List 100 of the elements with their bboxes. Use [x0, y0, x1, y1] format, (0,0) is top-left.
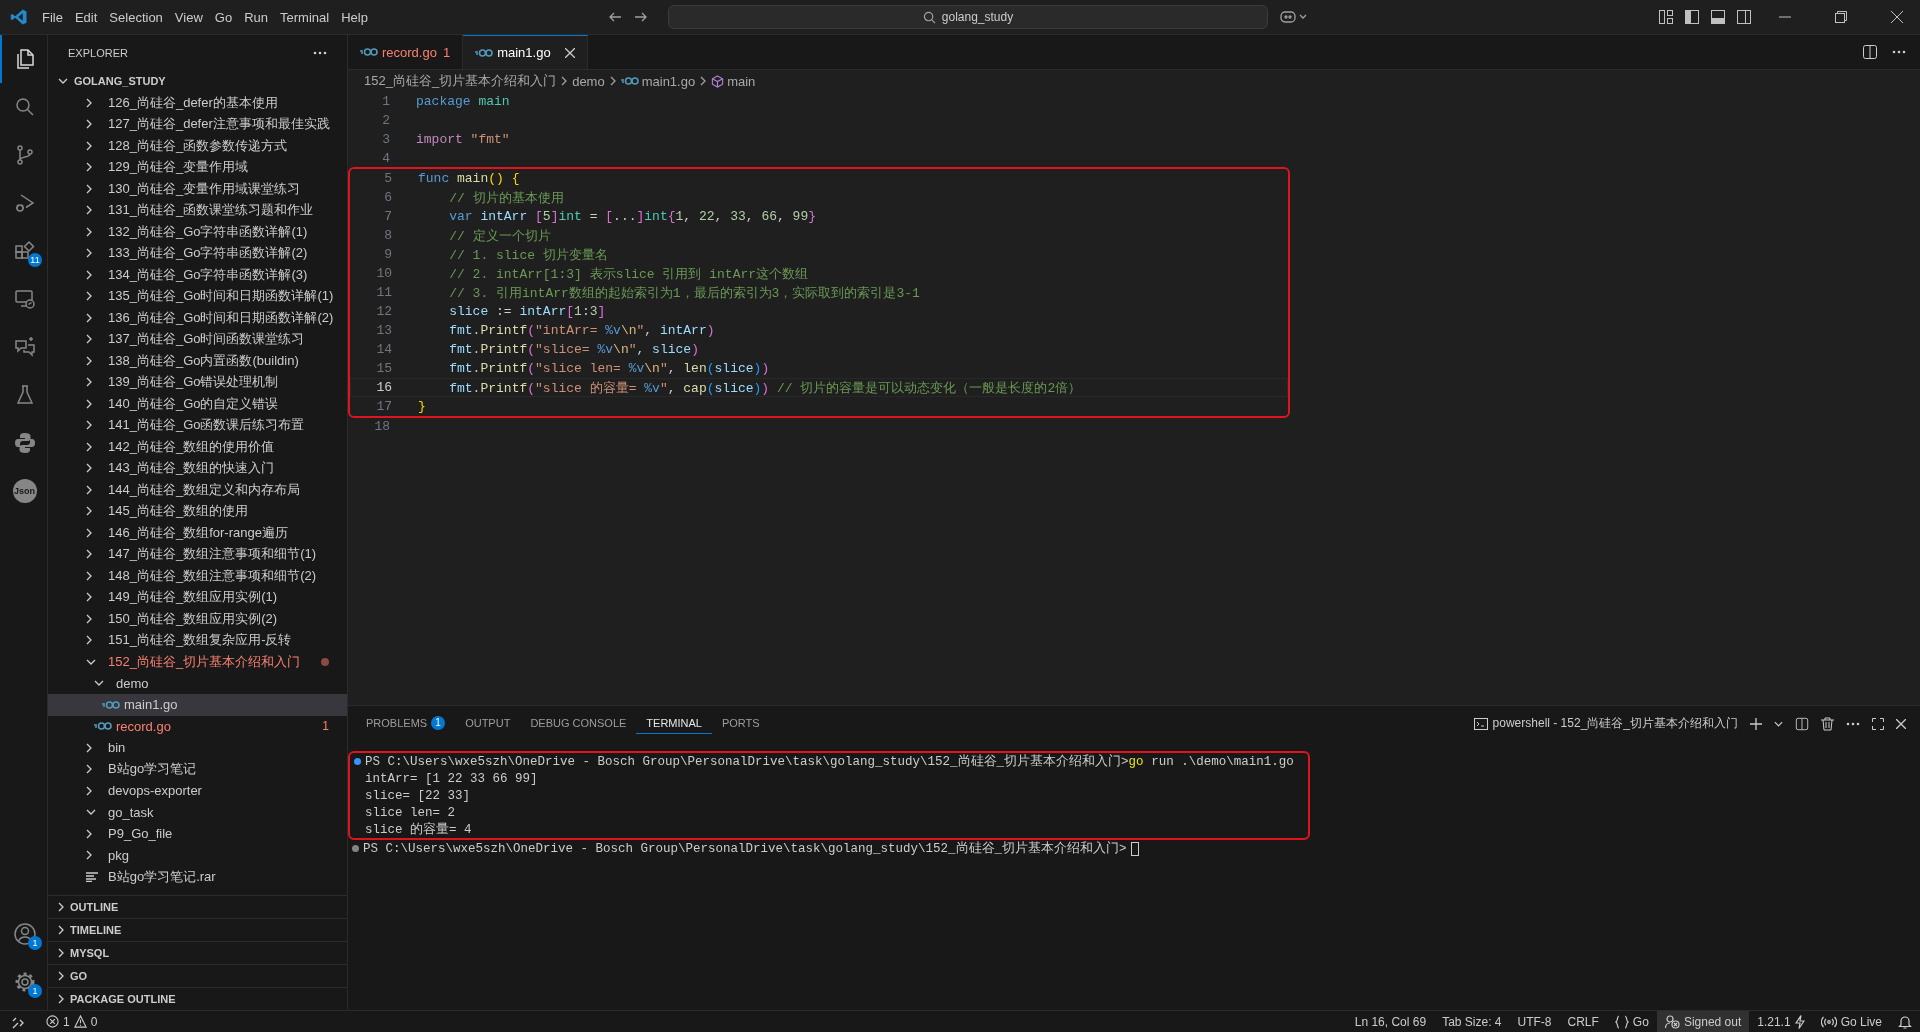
- plus-icon[interactable]: [1750, 717, 1762, 730]
- tree-item[interactable]: main1.go: [48, 694, 347, 716]
- close-icon[interactable]: [564, 47, 575, 58]
- menu-item[interactable]: Run: [238, 5, 274, 29]
- status-bar-item[interactable]: Go Live: [1812, 1011, 1890, 1032]
- tree-item[interactable]: 151_尚硅谷_数组复杂应用-反转: [48, 629, 347, 651]
- tree-item[interactable]: 132_尚硅谷_Go字符串函数详解(1): [48, 221, 347, 243]
- tree-item[interactable]: 127_尚硅谷_defer注意事项和最佳实践: [48, 113, 347, 135]
- activity-bar-item[interactable]: 1: [0, 910, 47, 958]
- tree-item[interactable]: 138_尚硅谷_Go内置函数(buildin): [48, 350, 347, 372]
- menu-item[interactable]: Help: [335, 5, 374, 29]
- tree-item[interactable]: 150_尚硅谷_数组应用实例(2): [48, 608, 347, 630]
- tree-item[interactable]: 136_尚硅谷_Go时间和日期函数详解(2): [48, 307, 347, 329]
- terminal-selector[interactable]: powershell - 152_尚硅谷_切片基本介绍和入门: [1473, 715, 1738, 732]
- status-bar-item[interactable]: Signed out: [1656, 1011, 1750, 1032]
- editor-tab[interactable]: main1.go: [463, 35, 588, 69]
- tree-item[interactable]: 133_尚硅谷_Go字符串函数详解(2): [48, 242, 347, 264]
- status-bar-item[interactable]: 1.21.1: [1749, 1011, 1813, 1032]
- toggle-panel-icon[interactable]: [1710, 9, 1726, 25]
- panel-tab[interactable]: PORTS: [711, 713, 770, 734]
- tree-item[interactable]: B站go学习笔记: [48, 758, 347, 780]
- status-bar-item[interactable]: Ln 16, Col 69: [1346, 1011, 1435, 1032]
- breadcrumb-item[interactable]: demo: [572, 73, 605, 89]
- panel-tab[interactable]: TERMINAL: [636, 713, 712, 734]
- activity-bar-item[interactable]: 1: [0, 958, 47, 1006]
- line-number: 18: [373, 419, 390, 434]
- tree-item[interactable]: 139_尚硅谷_Go错误处理机制: [48, 371, 347, 393]
- workspace-folder-header[interactable]: GOLANG_STUDY: [48, 70, 347, 92]
- menu-item[interactable]: Terminal: [274, 5, 336, 29]
- menu-item[interactable]: View: [168, 5, 209, 29]
- code-line: func main() {: [418, 171, 520, 186]
- panel-tab[interactable]: DEBUG CONSOLE: [520, 713, 637, 734]
- tree-item[interactable]: 130_尚硅谷_变量作用域课堂练习: [48, 178, 347, 200]
- close-icon[interactable]: [1896, 718, 1906, 729]
- tree-item[interactable]: 135_尚硅谷_Go时间和日期函数详解(1): [48, 285, 347, 307]
- tree-item[interactable]: go_task: [48, 801, 347, 823]
- back-arrow-icon[interactable]: [608, 10, 622, 24]
- more-actions-icon[interactable]: [1892, 50, 1906, 54]
- tree-item[interactable]: record.go 1: [48, 715, 347, 737]
- tree-item[interactable]: 140_尚硅谷_Go的自定义错误: [48, 393, 347, 415]
- activity-bar-item[interactable]: Json: [0, 467, 47, 515]
- tree-item[interactable]: demo: [48, 672, 347, 694]
- status-bar-item[interactable]: Go: [1606, 1011, 1657, 1032]
- panel-tab[interactable]: PROBLEMS 1: [356, 712, 456, 735]
- tree-item[interactable]: 148_尚硅谷_数组注意事项和细节(2): [48, 565, 347, 587]
- toggle-sidebar-icon[interactable]: [1684, 9, 1700, 25]
- maximize-icon[interactable]: [1872, 717, 1884, 730]
- tree-item[interactable]: devops-exporter: [48, 780, 347, 802]
- tree-item[interactable]: 145_尚硅谷_数组的使用: [48, 500, 347, 522]
- activity-bar-item[interactable]: 11: [0, 227, 47, 275]
- breadcrumb-item[interactable]: main1.go: [620, 73, 696, 89]
- menu-item[interactable]: Selection: [103, 5, 169, 29]
- tree-item[interactable]: 141_尚硅谷_Go函数课后练习布置: [48, 414, 347, 436]
- tree-item[interactable]: 147_尚硅谷_数组注意事项和细节(1): [48, 543, 347, 565]
- more-actions-icon[interactable]: [313, 50, 327, 55]
- section-header[interactable]: OUTLINE: [48, 895, 347, 918]
- menu-item[interactable]: Go: [208, 5, 239, 29]
- menu-item[interactable]: Edit: [68, 5, 104, 29]
- tree-item[interactable]: 137_尚硅谷_Go时间函数课堂练习: [48, 328, 347, 350]
- breadcrumb-item[interactable]: main: [711, 73, 756, 89]
- tree-item[interactable]: 149_尚硅谷_数组应用实例(1): [48, 586, 347, 608]
- code-line: // 切片的基本使用: [448, 189, 564, 207]
- tree-item[interactable]: 144_尚硅谷_数组定义和内存布局: [48, 479, 347, 501]
- tree-item[interactable]: 143_尚硅谷_数组的快速入门: [48, 457, 347, 479]
- command-center-search[interactable]: golang_study: [668, 5, 1268, 29]
- status-bar-item[interactable]: Tab Size: 4: [1434, 1011, 1510, 1032]
- breadcrumb-item[interactable]: 152_尚硅谷_切片基本介绍和入门: [364, 72, 557, 90]
- tree-item[interactable]: 134_尚硅谷_Go字符串函数详解(3): [48, 264, 347, 286]
- lightning-icon: [1794, 1014, 1805, 1029]
- copilot-icon[interactable]: [1280, 9, 1308, 25]
- status-bar-item[interactable]: UTF-8: [1509, 1011, 1560, 1032]
- chevron-down-icon[interactable]: [1774, 720, 1783, 727]
- forward-arrow-icon[interactable]: [634, 10, 648, 24]
- tree-item[interactable]: pkg: [48, 844, 347, 866]
- tree-item[interactable]: 129_尚硅谷_变量作用域: [48, 156, 347, 178]
- section-header[interactable]: TIMELINE: [48, 918, 347, 941]
- trash-icon[interactable]: [1821, 716, 1834, 731]
- section-header[interactable]: MYSQL: [48, 941, 347, 964]
- toggle-secondary-sidebar-icon[interactable]: [1736, 9, 1752, 25]
- split-editor-icon[interactable]: [1862, 44, 1878, 60]
- status-bar-item[interactable]: CRLF: [1559, 1011, 1607, 1032]
- tree-item[interactable]: 152_尚硅谷_切片基本介绍和入门: [48, 651, 347, 673]
- panel-tab[interactable]: OUTPUT: [455, 713, 521, 734]
- tree-item[interactable]: 131_尚硅谷_函数课堂练习题和作业: [48, 199, 347, 221]
- tree-item[interactable]: 128_尚硅谷_函数参数传递方式: [48, 135, 347, 157]
- restore-icon[interactable]: [1835, 11, 1847, 23]
- more-actions-icon[interactable]: [1846, 721, 1860, 726]
- layout-icon[interactable]: [1658, 9, 1674, 25]
- terminal-line: slice len= 2: [365, 805, 455, 820]
- tree-item[interactable]: 142_尚硅谷_数组的使用价值: [48, 436, 347, 458]
- close-icon[interactable]: [1891, 11, 1903, 23]
- menu-item[interactable]: File: [36, 5, 69, 29]
- tree-item[interactable]: 146_尚硅谷_数组for-range遍历: [48, 522, 347, 544]
- section-header[interactable]: GO: [48, 964, 347, 987]
- split-terminal-icon[interactable]: [1795, 716, 1809, 731]
- tree-item[interactable]: bin: [48, 737, 347, 759]
- tree-item[interactable]: B站go学习笔记.rar: [48, 866, 347, 888]
- tree-item[interactable]: 126_尚硅谷_defer的基本使用: [48, 92, 347, 114]
- problems-indicator[interactable]: 1 0: [38, 1011, 106, 1032]
- tree-item[interactable]: P9_Go_file: [48, 823, 347, 845]
